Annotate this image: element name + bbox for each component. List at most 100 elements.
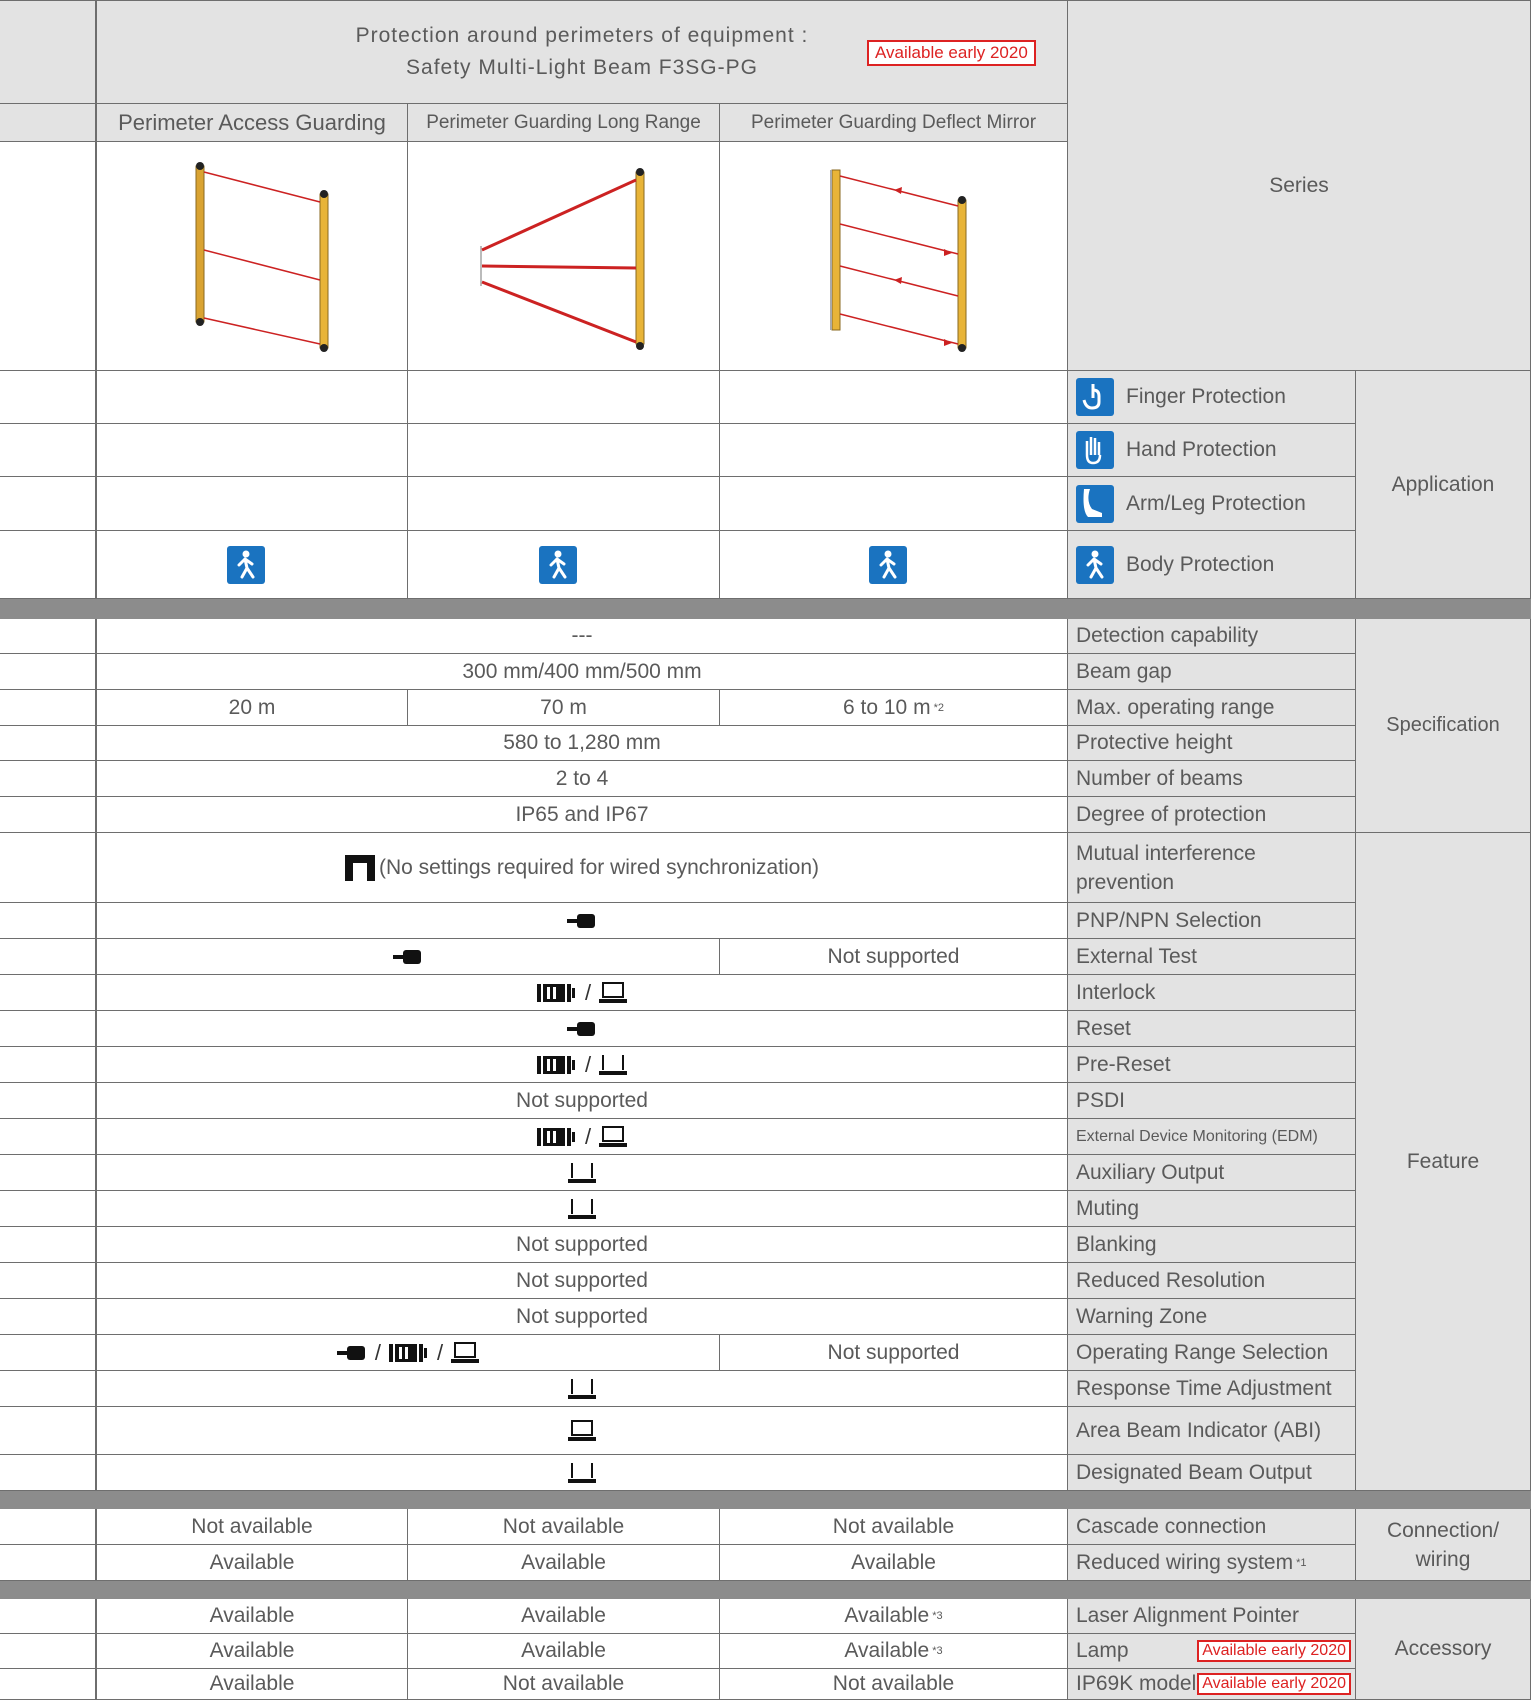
application-label: Finger Protection [1126, 385, 1286, 408]
column-header-deflect-mirror: Perimeter Guarding Deflect Mirror [720, 104, 1068, 142]
header-title-line2: Safety Multi-Light Beam F3SG-PG [406, 56, 758, 79]
accessory-value-cell: Available [96, 1669, 408, 1700]
application-value-cell [96, 371, 408, 424]
application-value-cell [720, 424, 1068, 477]
cable-connector-icon [393, 949, 421, 964]
dip-switch-icon [536, 1055, 575, 1074]
accessory-row-label: Laser Alignment Pointer [1068, 1599, 1356, 1634]
finger-icon [1076, 378, 1114, 416]
spec-value-cell: 300 mm/400 mm/500 mm [96, 654, 1068, 690]
feature-group-cell: Feature [1356, 833, 1531, 1491]
configuration-tool-icon [568, 1162, 596, 1183]
accessory-value-cell: Not available [720, 1669, 1068, 1700]
feature-row-label: External Device Monitoring (EDM) [1068, 1119, 1356, 1155]
row-stub [0, 1227, 96, 1263]
long-range-illustration [479, 168, 644, 350]
feature-value-cell: Not supported [720, 939, 1068, 975]
spec-value-cell: 70 m [408, 690, 720, 726]
availability-badge: Available early 2020 [1197, 1640, 1351, 1662]
footnote-marker: *3 [932, 1610, 943, 1622]
row-stub [0, 1155, 96, 1191]
row-stub [0, 1371, 96, 1407]
application-row-label: Hand Protection [1068, 424, 1356, 477]
body-icon [538, 545, 577, 584]
application-label: Arm/Leg Protection [1126, 491, 1306, 515]
row-stub [0, 1299, 96, 1335]
feature-row-label: Pre-Reset [1068, 1047, 1356, 1083]
spec-value-cell: 580 to 1,280 mm [96, 726, 1068, 761]
row-stub [0, 1011, 96, 1047]
accessory-value-cell: Available [96, 1599, 408, 1634]
spec-row-label: Degree of protection [1068, 797, 1356, 833]
feature-row-label: Blanking [1068, 1227, 1356, 1263]
body-icon [868, 545, 907, 584]
spec-value-cell: 2 to 4 [96, 761, 1068, 797]
application-value-cell [408, 531, 720, 599]
series-cell: Series [1068, 0, 1531, 371]
feature-value-cell: / [96, 1119, 1068, 1155]
feature-row-label: Designated Beam Output [1068, 1455, 1356, 1491]
spec-value-cell: 6 to 10 m *2 [720, 690, 1068, 726]
row-stub [0, 797, 96, 833]
feature-row-label: Operating Range Selection [1068, 1335, 1356, 1371]
spec-row-label: Max. operating range [1068, 690, 1356, 726]
leg-icon [1076, 484, 1114, 523]
row-stub [0, 1669, 96, 1700]
feature-value-cell: Not supported [96, 1263, 1068, 1299]
feature-row-label: PSDI [1068, 1083, 1356, 1119]
connection-value-cell: Not available [408, 1509, 720, 1545]
spec-row-label: Beam gap [1068, 654, 1356, 690]
row-stub [0, 939, 96, 975]
application-value-cell [96, 424, 408, 477]
cable-connector-icon [567, 913, 595, 928]
spec-value-cell: 20 m [96, 690, 408, 726]
feature-value-cell: Not supported [96, 1299, 1068, 1335]
footnote-marker: *3 [932, 1645, 943, 1657]
feature-row-label: Reduced Resolution [1068, 1263, 1356, 1299]
connection-group-cell: Connection/ wiring [1356, 1509, 1531, 1581]
row-stub [0, 1119, 96, 1155]
application-value-cell [408, 424, 720, 477]
feature-row-label: Response Time Adjustment [1068, 1371, 1356, 1407]
corner-cell-3 [0, 142, 96, 371]
feature-row-label: External Test [1068, 939, 1356, 975]
row-stub [0, 531, 96, 599]
feature-row-label: Interlock [1068, 975, 1356, 1011]
light-curtain-illustration [195, 162, 329, 352]
accessory-row-label: IP69K model Available early 2020 [1068, 1669, 1356, 1700]
configuration-tool-icon [599, 981, 628, 1003]
configuration-tool-icon [568, 1462, 596, 1483]
feature-value-cell: (No settings required for wired synchron… [96, 833, 1068, 903]
spec-row-label: Protective height [1068, 726, 1356, 761]
product-image-deflect-mirror [720, 142, 1068, 371]
cable-connector-icon [567, 1021, 595, 1036]
dip-switch-icon [536, 983, 575, 1002]
application-label: Hand Protection [1126, 438, 1277, 461]
configuration-tool-icon [568, 1419, 596, 1441]
row-stub [0, 1191, 96, 1227]
deflect-mirror-illustration [829, 169, 966, 352]
dip-switch-icon [389, 1343, 427, 1362]
corner-cell-2 [0, 104, 96, 142]
connection-value-cell: Not available [96, 1509, 408, 1545]
feature-value-cell [96, 903, 1068, 939]
row-stub [0, 903, 96, 939]
accessory-value-cell: Available [408, 1634, 720, 1669]
application-value-cell [720, 477, 1068, 531]
feature-value-cell: Not supported [96, 1227, 1068, 1263]
feature-row-label: Mutual interference prevention [1068, 833, 1356, 903]
feature-row-label: Warning Zone [1068, 1299, 1356, 1335]
row-stub [0, 726, 96, 761]
spec-row-label: Detection capability [1068, 619, 1356, 654]
feature-value-cell: / [96, 975, 1068, 1011]
specification-group-cell: Specification [1356, 619, 1531, 833]
connection-value-cell: Available [720, 1545, 1068, 1581]
connection-value-cell: Available [96, 1545, 408, 1581]
feature-value-cell: / / [96, 1335, 720, 1371]
feature-value-cell [96, 1191, 1068, 1227]
application-row-label: Body Protection [1068, 531, 1356, 599]
application-row-label: Arm/Leg Protection [1068, 477, 1356, 531]
corner-cell [0, 0, 96, 104]
feature-value-cell: Not supported [720, 1335, 1068, 1371]
feature-value-cell: Not supported [96, 1083, 1068, 1119]
